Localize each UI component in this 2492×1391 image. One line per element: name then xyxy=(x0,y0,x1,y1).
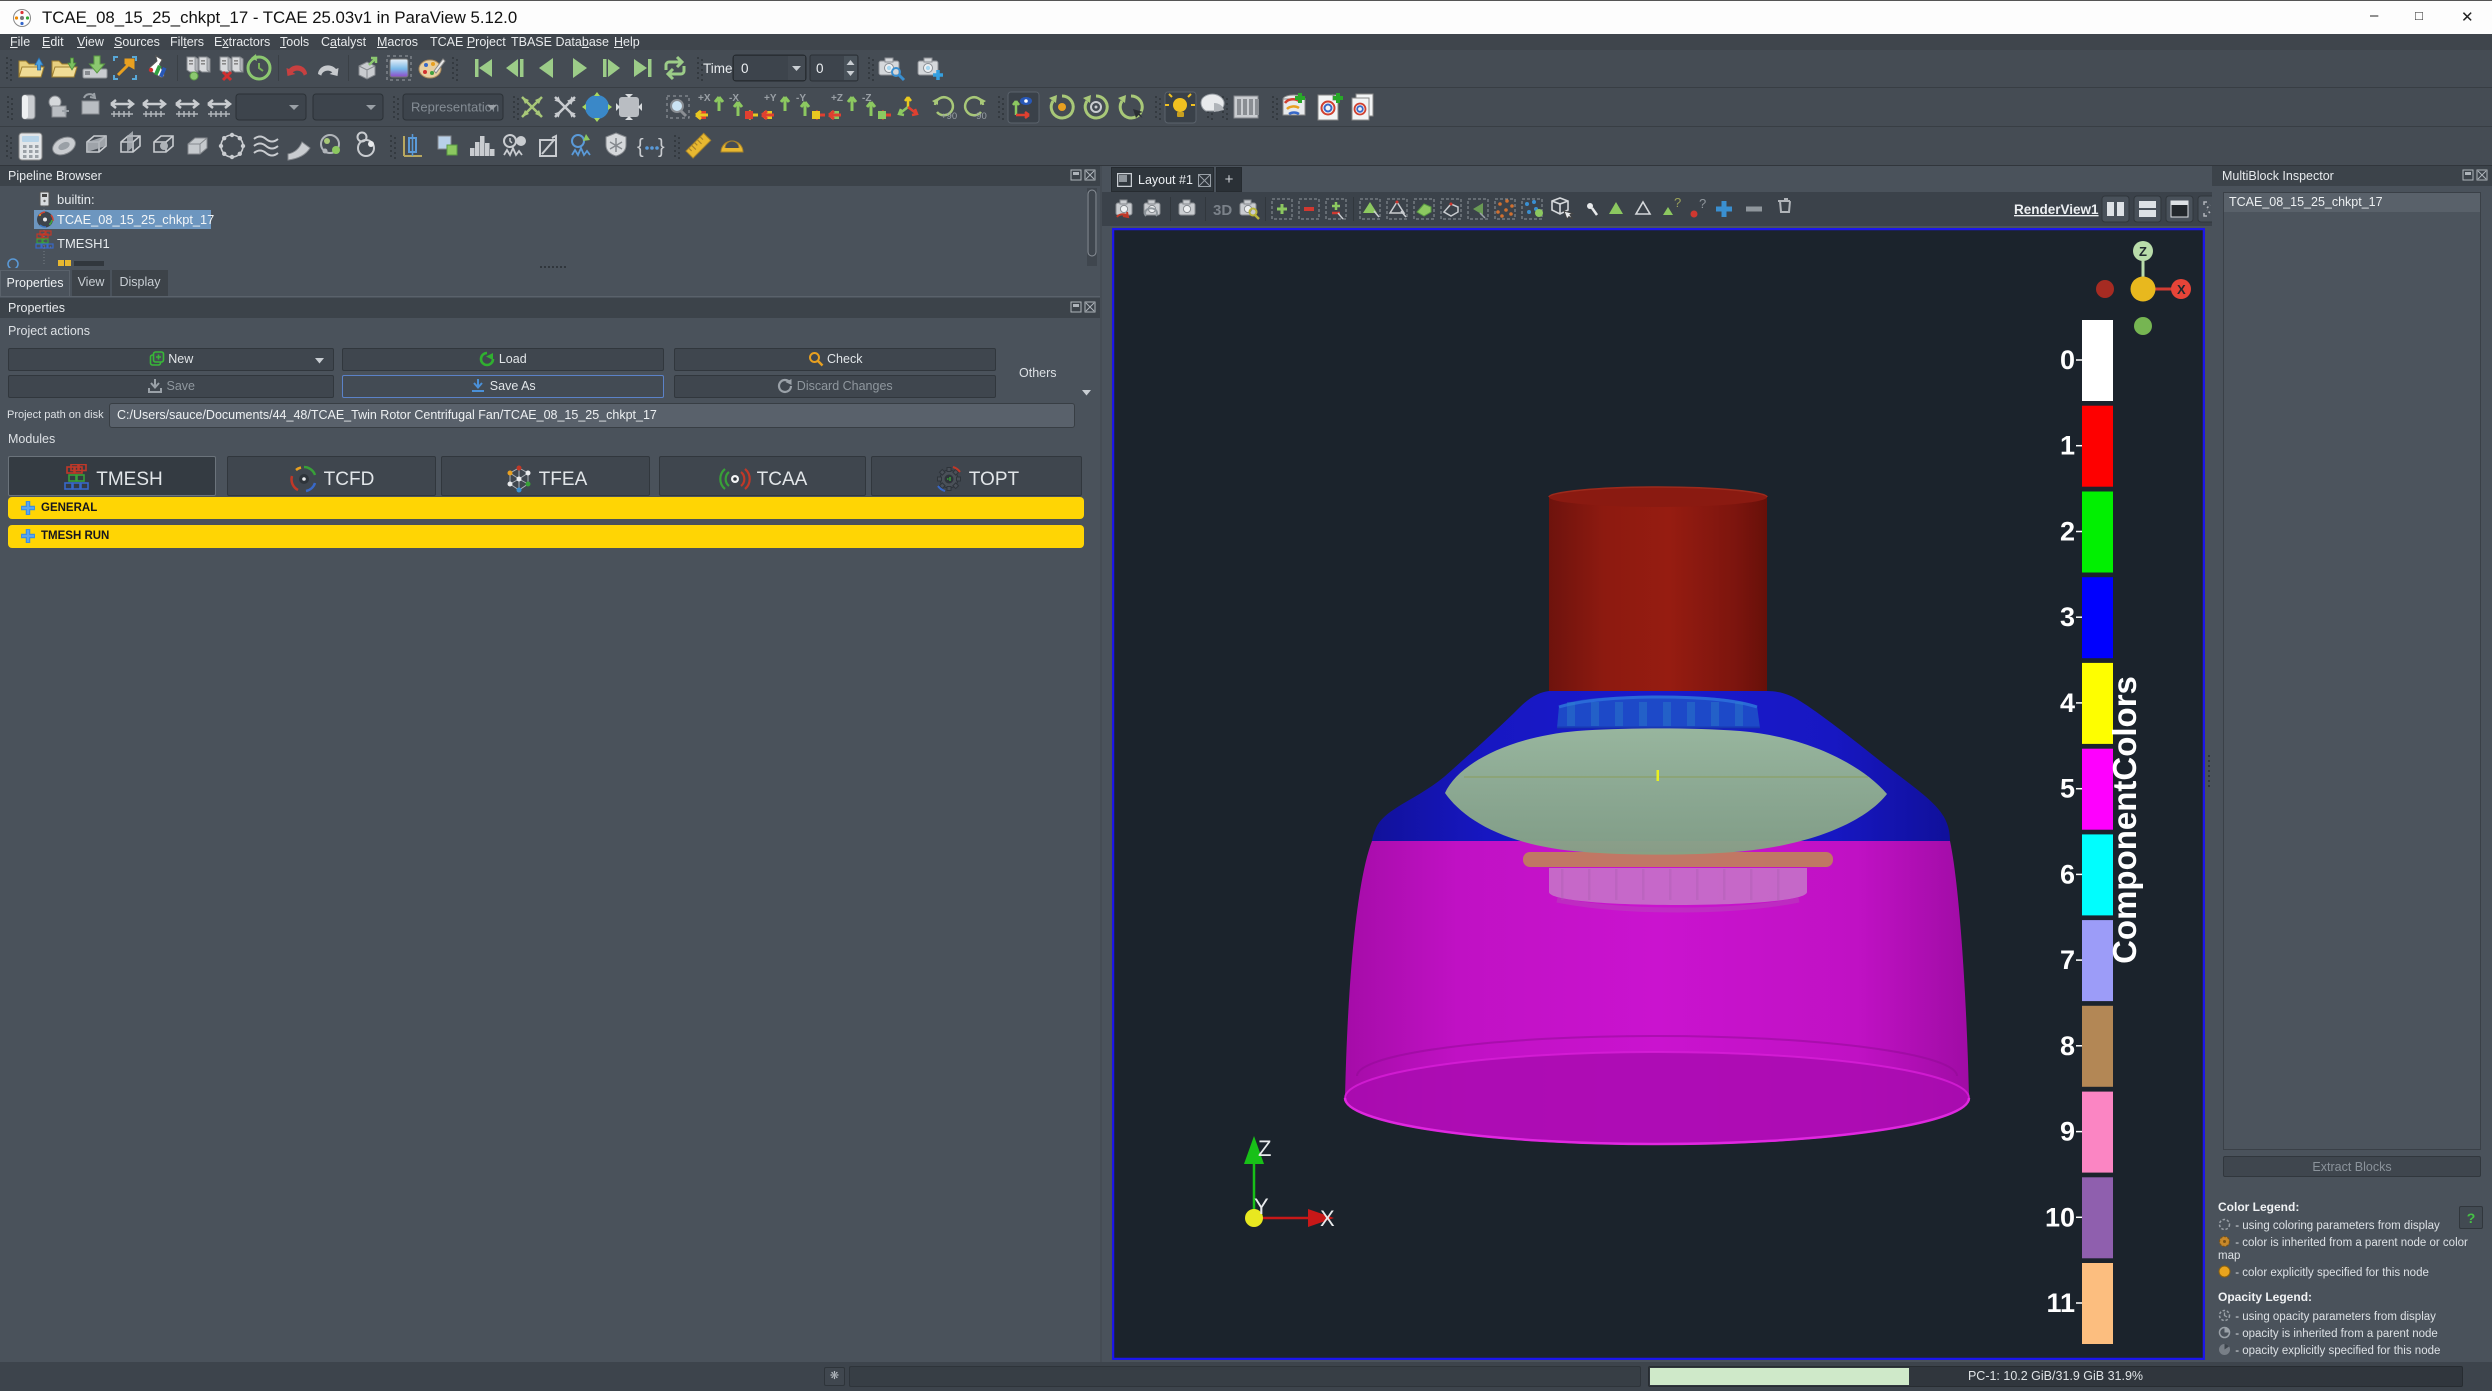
svg-text:7: 7 xyxy=(2060,945,2075,975)
svg-text:4: 4 xyxy=(2060,688,2075,718)
svg-text:Z: Z xyxy=(1258,1136,1271,1161)
svg-text:?: ? xyxy=(1674,195,1681,210)
svg-text:10: 10 xyxy=(2045,1202,2075,1232)
svg-text:8: 8 xyxy=(2060,1031,2075,1061)
svg-text:+X: +X xyxy=(698,93,711,104)
svg-text:5: 5 xyxy=(2060,774,2075,804)
svg-text:+90: +90 xyxy=(941,111,957,122)
svg-text:X: X xyxy=(2177,282,2186,297)
svg-text:Time:: Time: xyxy=(703,61,736,76)
svg-text:6: 6 xyxy=(2060,859,2075,889)
svg-text:{: { xyxy=(637,136,644,158)
svg-text:0: 0 xyxy=(741,61,749,76)
svg-text:ComponentColors: ComponentColors xyxy=(2106,676,2143,964)
svg-text:2: 2 xyxy=(2060,517,2075,547)
svg-text:9: 9 xyxy=(2060,1117,2075,1147)
svg-text:Representation: Representation xyxy=(411,100,499,115)
svg-text:11: 11 xyxy=(2046,1288,2075,1318)
svg-text:3: 3 xyxy=(2060,602,2075,632)
svg-text:RenderView1: RenderView1 xyxy=(2014,202,2099,217)
svg-text:+Y: +Y xyxy=(764,93,777,104)
svg-text:X: X xyxy=(1320,1206,1335,1231)
svg-text:0: 0 xyxy=(816,61,824,76)
svg-text:Y: Y xyxy=(1254,1194,1269,1219)
svg-text:Z: Z xyxy=(2139,244,2147,259)
svg-text:}: } xyxy=(658,136,665,158)
svg-text:+Z: +Z xyxy=(831,93,843,104)
svg-text:0: 0 xyxy=(2060,345,2075,375)
svg-text:?: ? xyxy=(1699,196,1706,211)
svg-text:-90: -90 xyxy=(973,111,987,122)
svg-text:3D: 3D xyxy=(1213,202,1232,219)
svg-text:1: 1 xyxy=(2060,431,2075,461)
svg-text:TMESH1: TMESH1 xyxy=(57,236,110,251)
svg-text:builtin:: builtin: xyxy=(57,192,95,207)
svg-text:TCAE_08_15_25_chkpt_17: TCAE_08_15_25_chkpt_17 xyxy=(57,212,214,227)
